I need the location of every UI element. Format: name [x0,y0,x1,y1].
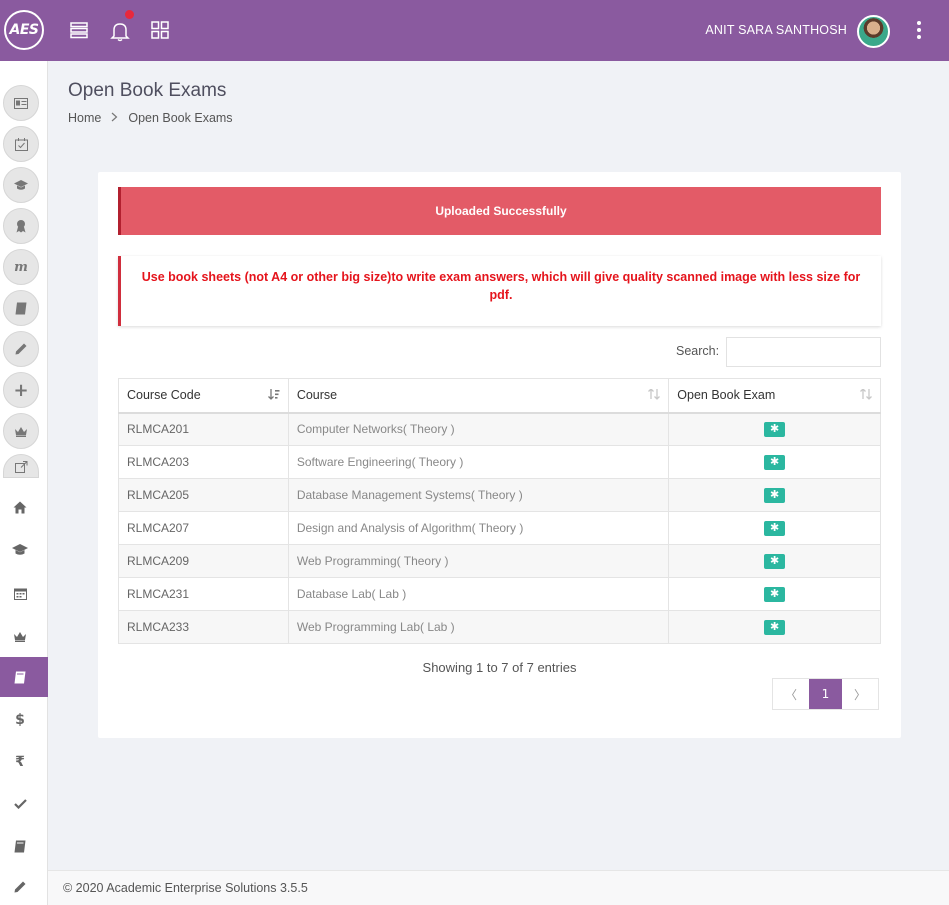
breadcrumb-home-link[interactable]: Home [68,111,101,125]
sidebar-calendar-icon[interactable] [0,573,48,613]
sidebar-award-icon[interactable] [3,208,39,244]
avatar[interactable] [857,15,890,48]
gear-icon[interactable]: ✱ [764,455,786,470]
gear-icon[interactable]: ✱ [764,554,786,569]
sidebar-pencil-icon[interactable] [3,331,39,367]
action-cell: ✱ [668,577,881,611]
table-row: RLMCA233 Web Programming Lab( Lab ) ✱ [118,610,881,644]
table-info: Showing 1 to 7 of 7 entries [422,660,577,675]
sidebar-crown-icon[interactable] [3,413,39,449]
page-title: Open Book Exams [68,80,227,101]
sidebar-home-icon[interactable] [0,487,48,527]
sort-icon[interactable] [648,388,661,403]
footer: © 2020 Academic Enterprise Solutions 3.5… [48,870,949,905]
sidebar-dollar-icon[interactable]: $ [0,700,48,740]
gear-icon[interactable]: ✱ [764,422,786,438]
search-input[interactable] [726,337,881,367]
course-code-cell: RLMCA201 [118,412,289,446]
action-cell: ✱ [668,445,881,479]
table-row: RLMCA207 Design and Analysis of Algorith… [118,511,881,545]
course-code-cell: RLMCA207 [118,511,289,545]
list-icon[interactable] [69,20,91,42]
breadcrumb: Home Open Book Exams [68,110,233,125]
action-cell: ✱ [668,478,881,512]
sidebar-graduation-cap-icon[interactable] [3,167,39,203]
gear-icon[interactable]: ✱ [764,521,786,536]
search-label: Search: [676,344,720,358]
breadcrumb-current: Open Book Exams [128,110,233,125]
column-header-course[interactable]: Course [287,378,670,414]
instruction-note: Use book sheets (not A4 or other big siz… [118,256,881,326]
gear-icon[interactable]: ✱ [764,587,786,602]
gear-icon[interactable]: ✱ [764,620,786,635]
sort-icon[interactable] [860,388,872,403]
bell-icon[interactable] [109,20,131,42]
pagination-prev-button[interactable]: 〈 [773,679,809,709]
sidebar-book-icon[interactable] [3,290,39,326]
content-card: Uploaded Successfully Use book sheets (n… [98,172,901,738]
chevron-right-icon [111,110,118,125]
course-code-cell: RLMCA233 [118,610,289,644]
action-cell: ✱ [668,412,881,446]
sidebar-graduation-cap-icon-2[interactable] [0,530,48,570]
column-header-open-book-exam[interactable]: Open Book Exam [668,378,881,414]
sidebar-plus-icon[interactable]: + [3,372,39,408]
top-bar: AES ANIT SARA SANTHOSH [0,0,949,61]
sidebar-rupee-icon[interactable]: ₹ [0,742,48,782]
course-name-cell: Database Management Systems( Theory ) [287,478,670,512]
column-header-label: Course Code [127,388,201,403]
pagination: 〈 1 〉 [772,678,879,710]
user-name[interactable]: ANIT SARA SANTHOSH [705,23,847,37]
course-name-cell: Database Lab( Lab ) [287,577,670,611]
more-vertical-icon[interactable] [916,21,922,41]
sidebar: m + $ ₹ [0,61,48,905]
gear-icon[interactable]: ✱ [764,488,786,503]
table-row: RLMCA205 Database Management Systems( Th… [118,478,881,512]
course-name-cell: Design and Analysis of Algorithm( Theory… [287,511,670,545]
table-row: RLMCA209 Web Programming( Theory ) ✱ [118,544,881,578]
table-row: RLMCA201 Computer Networks( Theory ) ✱ [118,412,881,446]
sidebar-calendar-check-icon[interactable] [3,126,39,162]
aes-logo[interactable]: AES [4,10,44,50]
course-code-cell: RLMCA231 [118,577,289,611]
course-name-cell: Web Programming( Theory ) [287,544,670,578]
table-header-row: Course Code Course Open Book Exam [118,378,881,414]
sort-ascending-icon[interactable] [267,389,280,403]
course-code-cell: RLMCA203 [118,445,289,479]
table-row: RLMCA203 Software Engineering( Theory ) … [118,445,881,479]
notification-badge [125,10,134,19]
sidebar-book-icon-active[interactable] [0,657,48,697]
column-header-course-code[interactable]: Course Code [118,378,289,414]
sidebar-id-card-icon[interactable] [3,85,39,121]
sidebar-crown-icon-2[interactable] [0,616,48,656]
courses-table: Course Code Course Open Book Exam RLMCA2… [118,378,881,644]
success-alert: Uploaded Successfully [118,187,881,235]
course-code-cell: RLMCA205 [118,478,289,512]
pagination-next-button[interactable]: 〉 [842,679,878,709]
action-cell: ✱ [668,610,881,644]
action-cell: ✱ [668,511,881,545]
grid-icon[interactable] [150,20,172,42]
table-row: RLMCA231 Database Lab( Lab ) ✱ [118,577,881,611]
pagination-page-1[interactable]: 1 [809,679,842,709]
column-header-label: Open Book Exam [677,388,776,403]
action-cell: ✱ [668,544,881,578]
course-name-cell: Computer Networks( Theory ) [287,412,670,446]
footer-copyright: © 2020 Academic Enterprise Solutions 3.5… [63,881,308,895]
column-header-label: Course [296,388,338,403]
sidebar-book-icon-2[interactable] [0,826,48,866]
sidebar-m-icon[interactable]: m [3,249,39,285]
sidebar-pencil-icon-2[interactable] [0,867,48,905]
sidebar-check-icon[interactable] [0,784,48,824]
sidebar-external-link-icon[interactable] [3,454,39,478]
course-name-cell: Web Programming Lab( Lab ) [287,610,670,644]
course-code-cell: RLMCA209 [118,544,289,578]
course-name-cell: Software Engineering( Theory ) [287,445,670,479]
